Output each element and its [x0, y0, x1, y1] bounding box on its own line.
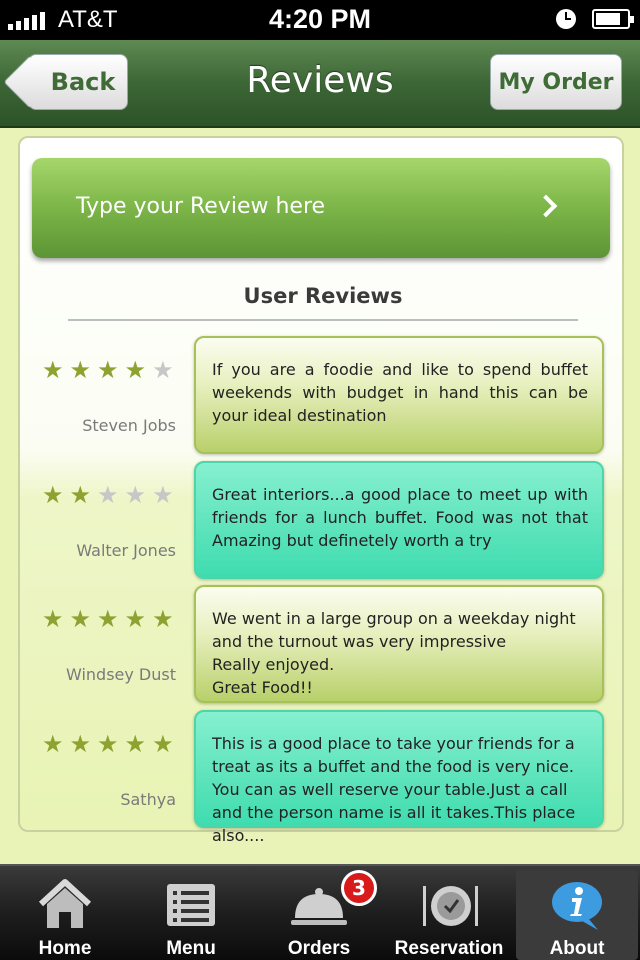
- reviewer-name: Sathya: [120, 790, 176, 809]
- alarm-clock-icon: [556, 9, 576, 29]
- tab-home-label: Home: [38, 938, 92, 959]
- tab-about-label: About: [549, 938, 605, 959]
- star-filled-icon: ★: [69, 356, 92, 384]
- star-filled-icon: ★: [97, 356, 119, 384]
- review-item: ★ ★ ★ ★ ★ Steven Jobs If you are a foodie and …: [20, 336, 626, 454]
- review-text: Great interiors...a good place to meet u…: [212, 485, 588, 550]
- section-divider: [68, 319, 578, 321]
- review-item: ★ ★ ★ ★ ★ Windsey Dust We went in a large grou…: [20, 585, 626, 703]
- star-filled-icon: ★: [97, 730, 119, 758]
- star-filled-icon: ★: [97, 605, 119, 633]
- star-filled-icon: ★: [69, 481, 92, 509]
- navigation-bar: Back Reviews My Order: [0, 40, 640, 128]
- tab-about[interactable]: About: [516, 870, 638, 960]
- review-text: If you are a foodie and like to spend bu…: [212, 360, 588, 425]
- star-empty-icon: ★: [97, 481, 119, 509]
- tab-menu-label: Menu: [166, 938, 216, 959]
- star-filled-icon: ★: [124, 605, 147, 633]
- star-empty-icon: ★: [152, 356, 174, 384]
- home-icon: [38, 879, 92, 928]
- battery-icon: [592, 9, 634, 29]
- orders-count-badge: 3: [341, 870, 377, 906]
- status-bar: AT&T 4:20 PM: [0, 0, 640, 40]
- star-filled-icon: ★: [42, 605, 64, 633]
- user-reviews-heading: User Reviews: [243, 284, 403, 308]
- review-bubble[interactable]: If you are a foodie and like to spend bu…: [194, 336, 604, 454]
- menu-icon: [167, 884, 215, 926]
- star-rating: ★ ★ ★ ★ ★: [42, 483, 174, 507]
- star-filled-icon: ★: [124, 356, 147, 384]
- star-empty-icon: ★: [124, 481, 147, 509]
- review-item: ★ ★ ★ ★ ★ Sathya This is a good place to take …: [20, 710, 626, 845]
- status-time: 4:20 PM: [268, 4, 372, 34]
- about-icon: [552, 882, 602, 930]
- tab-orders-label: Orders: [287, 938, 351, 959]
- reviews-panel: Type your Review here User Reviews ★ ★ ★ ★ ★…: [18, 136, 626, 845]
- tab-reservation[interactable]: Reservation: [388, 870, 510, 960]
- star-filled-icon: ★: [124, 730, 147, 758]
- tab-home[interactable]: Home: [4, 870, 126, 960]
- star-filled-icon: ★: [42, 730, 64, 758]
- review-text: We went in a large group on a weekday ni…: [212, 609, 576, 697]
- chevron-right-icon: [534, 194, 558, 218]
- review-input-placeholder: Type your Review here: [76, 194, 326, 219]
- star-filled-icon: ★: [42, 356, 64, 384]
- tab-reservation-label: Reservation: [394, 938, 504, 959]
- review-bubble[interactable]: We went in a large group on a weekday ni…: [194, 585, 604, 703]
- tab-bar: Home Menu Orders 3 Reservation About: [0, 864, 640, 960]
- reservation-icon: [423, 886, 478, 926]
- reviewer-name: Walter Jones: [76, 541, 176, 560]
- star-empty-icon: ★: [152, 481, 174, 509]
- my-order-button[interactable]: My Order: [490, 54, 622, 110]
- reviewer-name: Windsey Dust: [65, 665, 176, 684]
- review-bubble[interactable]: Great interiors...a good place to meet u…: [194, 461, 604, 579]
- tab-menu[interactable]: Menu: [130, 870, 252, 960]
- back-button-label: Back: [50, 68, 116, 96]
- write-review-button[interactable]: Type your Review here: [32, 158, 610, 258]
- review-item: ★ ★ ★ ★ ★ Walter Jones Great interiors...a goo…: [20, 461, 626, 579]
- star-filled-icon: ★: [152, 730, 174, 758]
- star-filled-icon: ★: [42, 481, 64, 509]
- star-rating: ★ ★ ★ ★ ★: [42, 607, 174, 631]
- star-filled-icon: ★: [69, 605, 92, 633]
- star-filled-icon: ★: [69, 730, 92, 758]
- review-bubble[interactable]: This is a good place to take your friend…: [194, 710, 604, 845]
- star-rating: ★ ★ ★ ★ ★: [42, 732, 174, 756]
- star-rating: ★ ★ ★ ★ ★: [42, 358, 174, 382]
- star-filled-icon: ★: [152, 605, 174, 633]
- reviewer-name: Steven Jobs: [82, 416, 176, 435]
- review-text: This is a good place to take your friend…: [212, 734, 576, 845]
